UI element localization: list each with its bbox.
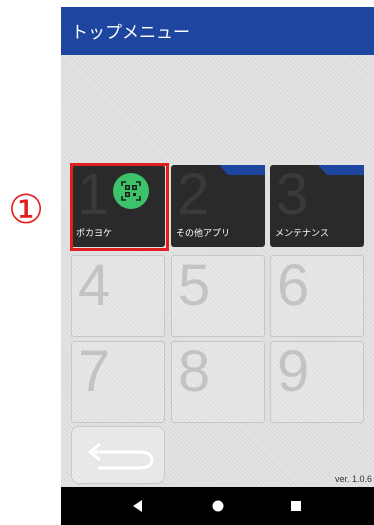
tile-number: 4: [78, 253, 111, 318]
tile-7[interactable]: 7: [71, 339, 165, 423]
tile-4[interactable]: 4: [71, 253, 165, 337]
tile-6[interactable]: 6: [270, 253, 364, 337]
version-label: ver. 1.0.6: [334, 474, 372, 484]
tile-label: メンテナンス: [275, 229, 329, 239]
system-nav-bar: [61, 487, 374, 525]
tile-9[interactable]: 9: [270, 339, 364, 423]
tile-number: 6: [277, 253, 310, 318]
selection-highlight: [70, 163, 169, 251]
phone-screen: トップメニュー 1 ポカヨケ 2 その他アプリ 3 メンテナンス 4 5 6 7…: [61, 7, 374, 525]
folder-tab-accent: [318, 165, 364, 175]
tile-5[interactable]: 5: [171, 253, 265, 337]
tile-number: 3: [276, 162, 309, 227]
tile-number: 7: [78, 339, 111, 404]
tile-number: 5: [178, 253, 211, 318]
tile-3[interactable]: 3 メンテナンス: [270, 162, 364, 247]
return-arrow-icon: [87, 442, 154, 470]
callout-marker: ①: [8, 187, 44, 233]
tile-number: 9: [277, 339, 310, 404]
page-title: トップメニュー: [71, 23, 190, 43]
tile-number: 8: [178, 339, 211, 404]
tile-2[interactable]: 2 その他アプリ: [171, 162, 265, 247]
back-triangle-icon[interactable]: [118, 487, 158, 525]
recents-square-icon[interactable]: [276, 487, 316, 525]
app-bar: トップメニュー: [61, 7, 374, 55]
home-circle-icon[interactable]: [198, 487, 238, 525]
tile-number: 2: [177, 162, 210, 227]
folder-tab-accent: [219, 165, 265, 175]
tile-8[interactable]: 8: [171, 339, 265, 423]
menu-content: 1 ポカヨケ 2 その他アプリ 3 メンテナンス 4 5 6 7 8 9 ver…: [61, 55, 374, 487]
tile-label: その他アプリ: [176, 229, 231, 239]
back-button[interactable]: [71, 426, 165, 484]
